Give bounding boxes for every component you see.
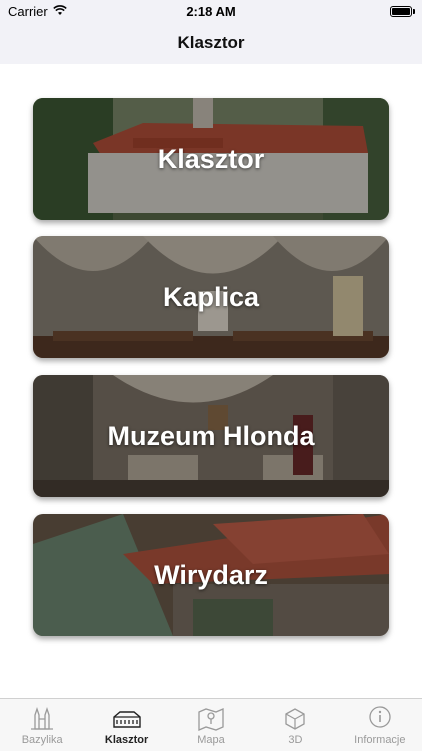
page-title: Klasztor — [177, 33, 245, 52]
card-muzeum-hlonda[interactable]: Muzeum Hlonda — [33, 375, 389, 497]
info-icon — [369, 706, 391, 728]
tab-klasztor[interactable]: Klasztor — [84, 699, 168, 751]
tab-informacje[interactable]: Informacje — [338, 699, 422, 751]
tab-label: Klasztor — [104, 734, 149, 746]
card-list: Klasztor Kaplica Muzeum Hlonda Wirydarz — [0, 64, 422, 698]
card-label: Kaplica — [162, 281, 260, 312]
monastery-icon — [112, 711, 141, 728]
card-label: Wirydarz — [154, 559, 268, 590]
tab-bar: Bazylika Klasztor Mapa 3D Informacje — [0, 698, 422, 751]
tab-label: Bazylika — [21, 734, 63, 746]
tab-label: Mapa — [197, 734, 225, 746]
tab-bazylika[interactable]: Bazylika — [0, 699, 84, 751]
card-kaplica[interactable]: Kaplica — [33, 236, 389, 358]
card-label: Klasztor — [157, 143, 265, 174]
battery-icon — [390, 5, 415, 17]
3d-icon — [285, 708, 306, 730]
tab-label: Informacje — [354, 734, 406, 746]
card-klasztor[interactable]: Klasztor — [33, 98, 389, 220]
basilica-icon — [31, 706, 54, 730]
status-bar: Carrier 2:18 AM — [0, 0, 422, 22]
tab-label: 3D — [288, 734, 303, 746]
map-icon — [198, 708, 224, 731]
status-time: 2:18 AM — [186, 3, 236, 19]
tab-3d[interactable]: 3D — [253, 699, 337, 751]
tab-mapa[interactable]: Mapa — [169, 699, 253, 751]
card-wirydarz[interactable]: Wirydarz — [33, 514, 389, 636]
card-label: Muzeum Hlonda — [107, 420, 315, 451]
navigation-bar: Klasztor — [0, 22, 422, 64]
